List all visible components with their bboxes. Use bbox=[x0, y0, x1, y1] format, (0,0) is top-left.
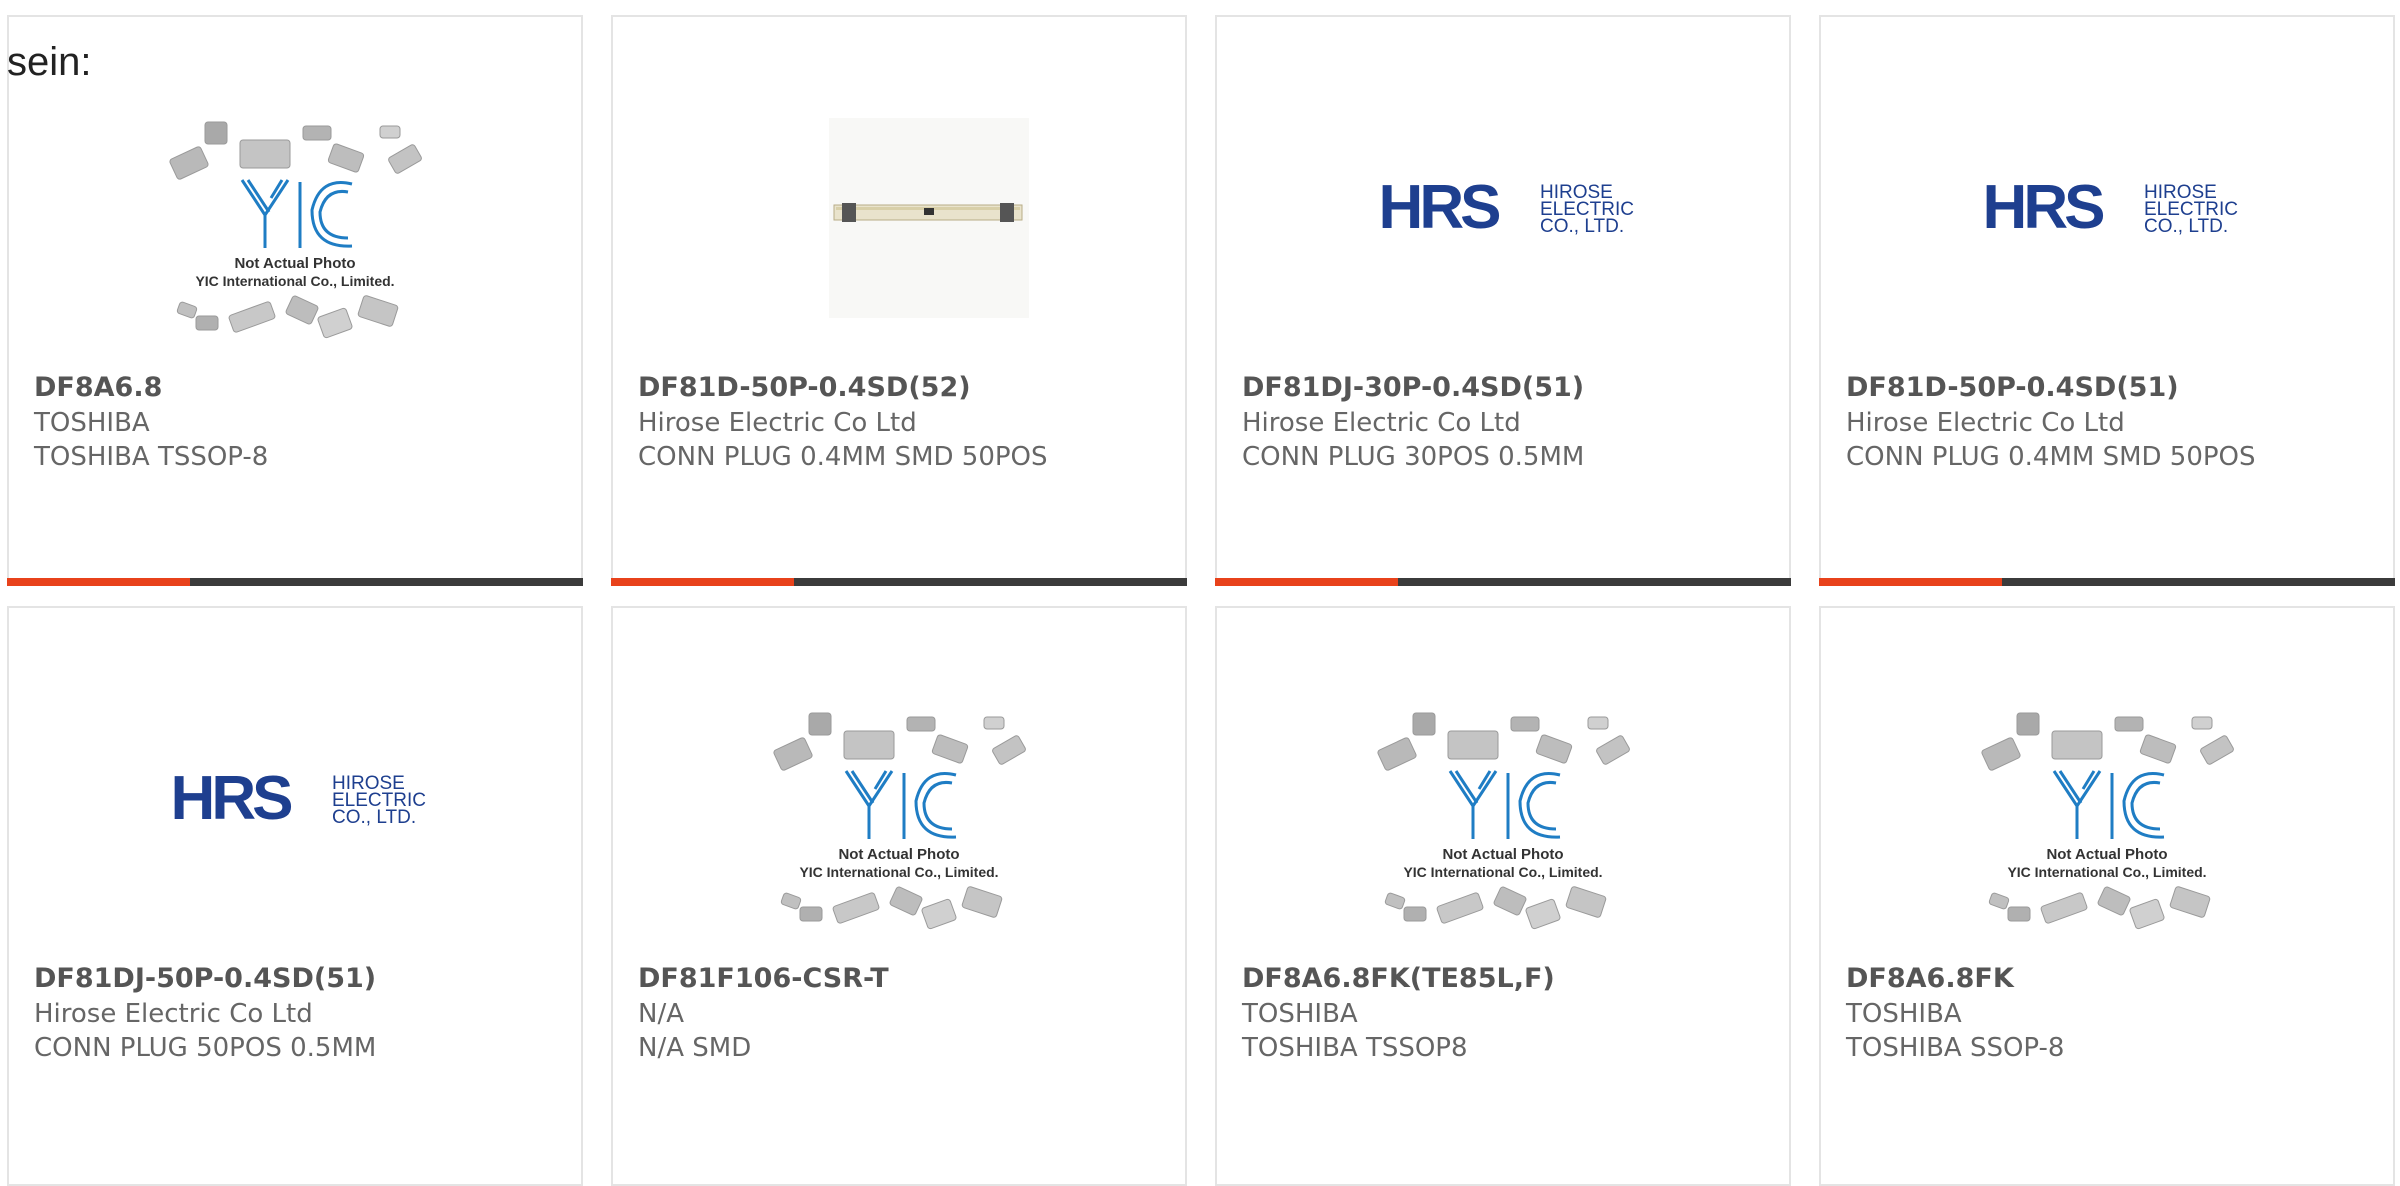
manufacturer: TOSHIBA bbox=[1242, 999, 1358, 1029]
manufacturer: Hirose Electric Co Ltd bbox=[1846, 408, 2125, 438]
product-image: Not Actual Photo YIC International Co., … bbox=[764, 691, 1034, 931]
part-number[interactable]: DF8A6.8 bbox=[34, 372, 162, 403]
part-number[interactable]: DF81DJ-30P-0.4SD(51) bbox=[1242, 372, 1584, 403]
card-accent-bar bbox=[1819, 578, 2395, 586]
manufacturer: TOSHIBA bbox=[1846, 999, 1962, 1029]
svg-text:YIC International Co., Limited: YIC International Co., Limited. bbox=[2007, 864, 2206, 880]
product-image: HRS HIROSE ELECTRIC CO., LTD. bbox=[160, 691, 430, 931]
description: CONN PLUG 0.4MM SMD 50POS bbox=[638, 442, 1048, 472]
card-accent-bar bbox=[7, 578, 583, 586]
svg-text:YIC International Co., Limited: YIC International Co., Limited. bbox=[799, 864, 998, 880]
svg-text:Not Actual Photo: Not Actual Photo bbox=[838, 846, 959, 863]
svg-text:CO., LTD.: CO., LTD. bbox=[2144, 216, 2228, 237]
card-accent-bar bbox=[611, 578, 1187, 586]
product-card[interactable]: Not Actual Photo YIC International Co., … bbox=[7, 15, 583, 586]
part-number[interactable]: DF81D-50P-0.4SD(52) bbox=[638, 372, 971, 403]
description: CONN PLUG 50POS 0.5MM bbox=[34, 1033, 377, 1063]
product-image bbox=[764, 100, 1034, 340]
part-number[interactable]: DF81DJ-50P-0.4SD(51) bbox=[34, 963, 376, 994]
product-card[interactable]: HRS HIROSE ELECTRIC CO., LTD. DF81DJ-30P… bbox=[1215, 15, 1791, 586]
product-image: Not Actual Photo YIC International Co., … bbox=[160, 100, 430, 340]
description: TOSHIBA TSSOP8 bbox=[1242, 1033, 1468, 1063]
manufacturer: Hirose Electric Co Ltd bbox=[638, 408, 917, 438]
manufacturer: Hirose Electric Co Ltd bbox=[1242, 408, 1521, 438]
description: TOSHIBA SSOP-8 bbox=[1846, 1033, 2065, 1063]
product-card[interactable]: Not Actual Photo YIC International Co., … bbox=[611, 606, 1187, 1186]
manufacturer: TOSHIBA bbox=[34, 408, 150, 438]
svg-text:HRS: HRS bbox=[1379, 173, 1500, 242]
description: CONN PLUG 0.4MM SMD 50POS bbox=[1846, 442, 2256, 472]
svg-text:HRS: HRS bbox=[1983, 173, 2104, 242]
svg-text:YIC International Co., Limited: YIC International Co., Limited. bbox=[1403, 864, 1602, 880]
part-number[interactable]: DF8A6.8FK bbox=[1846, 963, 2014, 994]
product-image: HRS HIROSE ELECTRIC CO., LTD. bbox=[1972, 100, 2242, 340]
description: TOSHIBA TSSOP-8 bbox=[34, 442, 269, 472]
part-number[interactable]: DF8A6.8FK(TE85L,F) bbox=[1242, 963, 1555, 994]
svg-text:YIC International Co., Limited: YIC International Co., Limited. bbox=[195, 273, 394, 289]
card-accent-bar bbox=[1215, 578, 1791, 586]
svg-text:CO., LTD.: CO., LTD. bbox=[1540, 216, 1624, 237]
intro-text: sein: bbox=[7, 40, 92, 84]
svg-text:HRS: HRS bbox=[171, 764, 292, 833]
svg-text:Not Actual Photo: Not Actual Photo bbox=[1442, 846, 1563, 863]
product-card[interactable]: Not Actual Photo YIC International Co., … bbox=[1215, 606, 1791, 1186]
product-image: Not Actual Photo YIC International Co., … bbox=[1972, 691, 2242, 931]
svg-text:Not Actual Photo: Not Actual Photo bbox=[234, 255, 355, 272]
product-card[interactable]: HRS HIROSE ELECTRIC CO., LTD. DF81DJ-50P… bbox=[7, 606, 583, 1186]
product-card[interactable]: DF81D-50P-0.4SD(52) Hirose Electric Co L… bbox=[611, 15, 1187, 586]
part-number[interactable]: DF81F106-CSR-T bbox=[638, 963, 889, 994]
svg-text:Not Actual Photo: Not Actual Photo bbox=[2046, 846, 2167, 863]
description: N/A SMD bbox=[638, 1033, 752, 1063]
description: CONN PLUG 30POS 0.5MM bbox=[1242, 442, 1585, 472]
product-card[interactable]: Not Actual Photo YIC International Co., … bbox=[1819, 606, 2395, 1186]
product-image: HRS HIROSE ELECTRIC CO., LTD. bbox=[1368, 100, 1638, 340]
svg-text:CO., LTD.: CO., LTD. bbox=[332, 807, 416, 828]
manufacturer: Hirose Electric Co Ltd bbox=[34, 999, 313, 1029]
part-number[interactable]: DF81D-50P-0.4SD(51) bbox=[1846, 372, 2179, 403]
product-image: Not Actual Photo YIC International Co., … bbox=[1368, 691, 1638, 931]
manufacturer: N/A bbox=[638, 999, 684, 1029]
product-card[interactable]: HRS HIROSE ELECTRIC CO., LTD. DF81D-50P-… bbox=[1819, 15, 2395, 586]
